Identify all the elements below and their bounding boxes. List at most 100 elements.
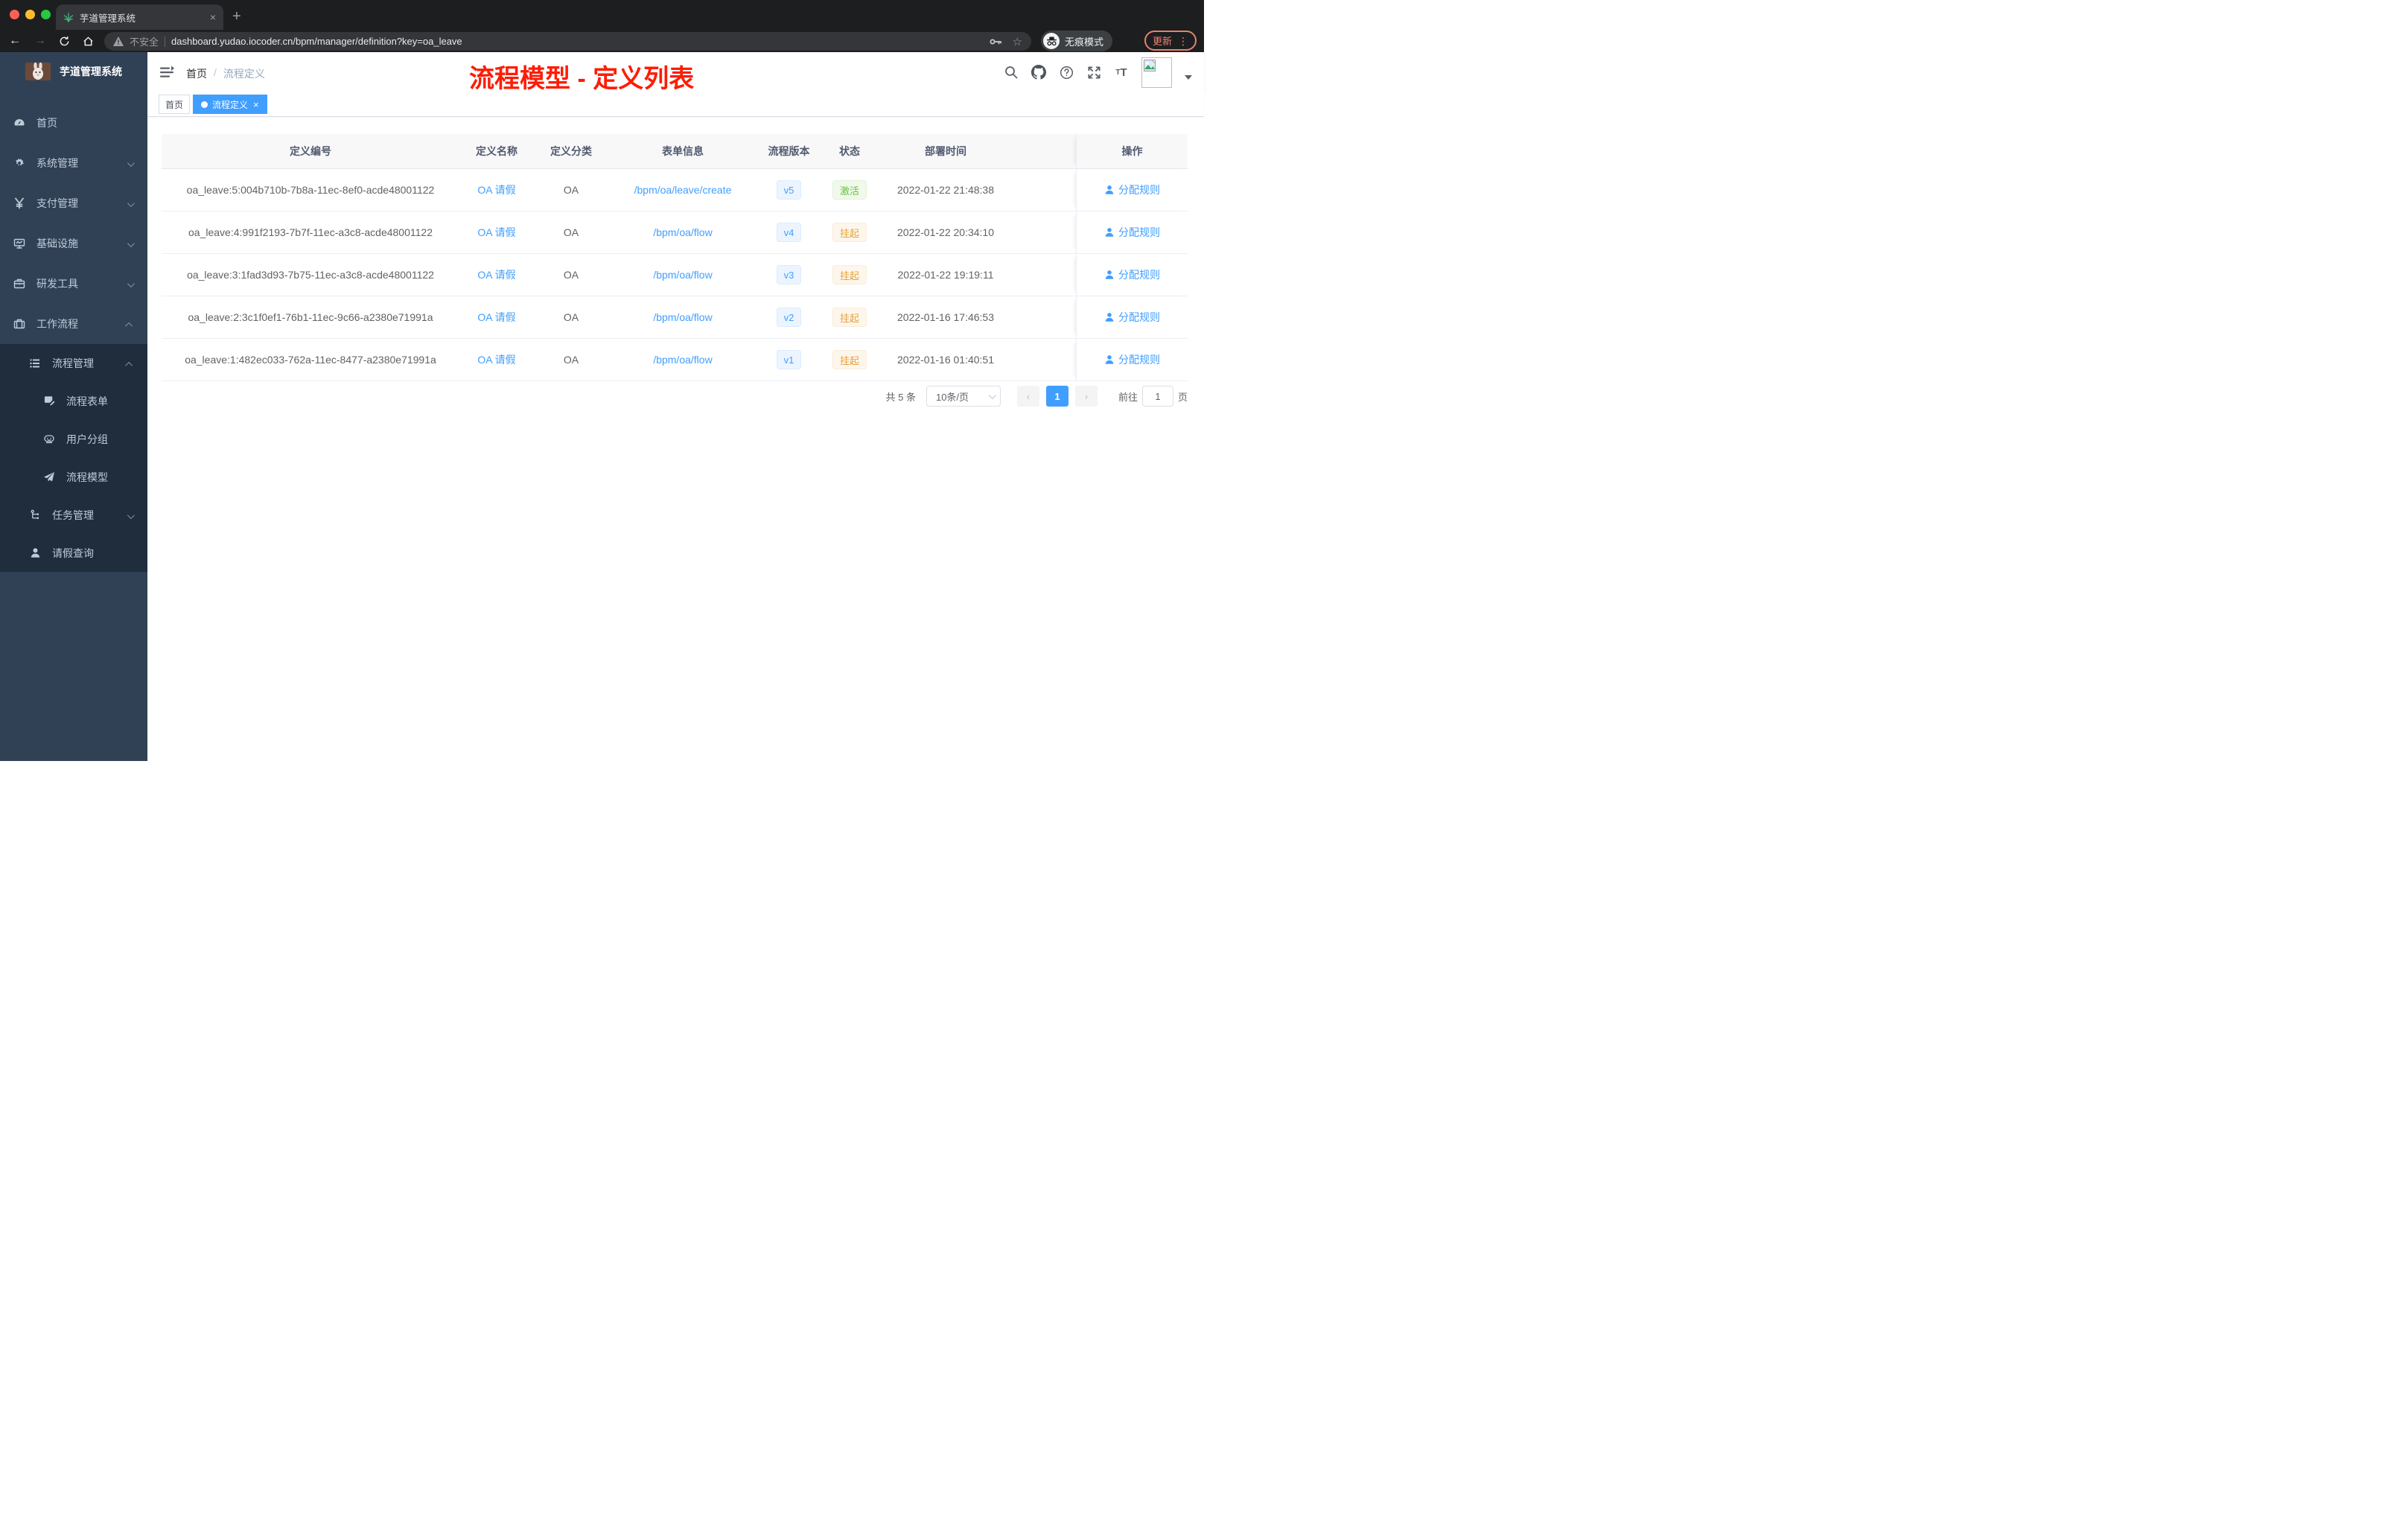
- cell-deploy-time: 2022-01-16 01:40:51: [897, 354, 994, 366]
- security-warning-icon[interactable]: [113, 36, 124, 46]
- cell-version: v3: [757, 254, 821, 296]
- cell-actions: 分配规则: [1076, 254, 1188, 296]
- goto-page-input[interactable]: [1141, 386, 1173, 407]
- url-bar[interactable]: 不安全 dashboard.yudao.iocoder.cn/bpm/manag…: [104, 32, 1031, 51]
- form-edit-icon: [43, 395, 55, 407]
- sidebar-item-label: 支付管理: [36, 197, 78, 209]
- page-size-value: 10条/页: [935, 391, 969, 403]
- version-badge: v5: [776, 180, 802, 200]
- tab-close-icon[interactable]: ×: [210, 11, 216, 23]
- prev-page-button[interactable]: ‹: [1016, 386, 1039, 407]
- home-button[interactable]: [79, 32, 97, 50]
- sidebar-item-支付管理[interactable]: 支付管理: [0, 183, 147, 223]
- column-header-定义编号: 定义编号: [290, 145, 331, 157]
- sidebar-item-工作流程[interactable]: 工作流程: [0, 304, 147, 344]
- user-icon: [1105, 270, 1114, 279]
- new-tab-button[interactable]: +: [232, 7, 241, 25]
- cell-definition-name: OA 请假: [477, 311, 516, 323]
- cell-actions: 分配规则: [1076, 169, 1188, 211]
- sidebar-item-任务管理[interactable]: 任务管理: [0, 496, 147, 534]
- assign-rule-link[interactable]: 分配规则: [1104, 310, 1160, 325]
- column-header-定义分类: 定义分类: [550, 145, 592, 157]
- sidebar-collapse-hamburger-icon[interactable]: [159, 65, 174, 80]
- window-close-button[interactable]: [10, 10, 19, 19]
- url-text[interactable]: dashboard.yudao.iocoder.cn/bpm/manager/d…: [171, 36, 984, 47]
- cell-deploy-time: 2022-01-22 19:19:11: [897, 269, 994, 281]
- browser-tab[interactable]: 芋道管理系统 ×: [56, 4, 223, 30]
- tag-close-icon[interactable]: ×: [253, 99, 259, 110]
- security-label[interactable]: 不安全: [130, 34, 159, 48]
- cell-definition-id: oa_leave:5:004b710b-7b8a-11ec-8ef0-acde4…: [186, 184, 435, 196]
- bookmark-star-icon[interactable]: ☆: [1013, 35, 1022, 48]
- sidebar-item-首页[interactable]: 首页: [0, 103, 147, 143]
- status-badge: 挂起: [832, 265, 867, 284]
- sidebar-item-研发工具[interactable]: 研发工具: [0, 264, 147, 304]
- user-icon: [1105, 185, 1114, 194]
- window-minimize-button[interactable]: [25, 10, 35, 19]
- breadcrumb: 首页 / 流程定义: [186, 66, 265, 81]
- sidebar-item-label: 系统管理: [36, 157, 78, 169]
- sidebar-item-用户分组[interactable]: 用户分组: [0, 420, 147, 458]
- tag-流程定义[interactable]: 流程定义 ×: [193, 95, 267, 114]
- page-size-select[interactable]: 10条/页: [926, 386, 1001, 407]
- assign-rule-link[interactable]: 分配规则: [1104, 182, 1160, 197]
- version-badge: v1: [776, 350, 802, 369]
- assign-rule-link[interactable]: 分配规则: [1104, 225, 1160, 240]
- breadcrumb-home[interactable]: 首页: [186, 66, 207, 81]
- update-label[interactable]: 更新: [1153, 34, 1172, 48]
- page-number-button[interactable]: 1: [1045, 386, 1068, 407]
- column-header-流程版本: 流程版本: [768, 145, 810, 157]
- next-page-button[interactable]: ›: [1074, 386, 1098, 407]
- browser-update-button[interactable]: 更新 ⋮: [1144, 31, 1197, 51]
- window-controls[interactable]: [10, 10, 51, 19]
- assign-rule-link[interactable]: 分配规则: [1104, 352, 1160, 367]
- tab-title: 芋道管理系统: [80, 13, 136, 24]
- sidebar-item-流程表单[interactable]: 流程表单: [0, 382, 147, 420]
- incognito-icon: [1043, 33, 1060, 49]
- cell-category: OA: [563, 184, 579, 196]
- user-icon: [1105, 355, 1114, 364]
- annotation-overlay-text: 流程模型 - 定义列表: [469, 65, 695, 93]
- cell-actions: 分配规则: [1076, 211, 1188, 253]
- chevron-down-icon: [988, 391, 996, 399]
- status-badge: 挂起: [832, 308, 867, 327]
- cell-status: 挂起: [821, 296, 879, 338]
- sidebar-item-系统管理[interactable]: 系统管理: [0, 143, 147, 183]
- caret-down-icon[interactable]: [1185, 75, 1192, 80]
- assign-rule-link[interactable]: 分配规则: [1104, 267, 1160, 282]
- sidebar-logo-row[interactable]: 芋道管理系统: [0, 52, 147, 91]
- sidebar-item-流程模型[interactable]: 流程模型: [0, 458, 147, 496]
- font-size-icon[interactable]: TT: [1114, 65, 1129, 80]
- forward-button[interactable]: →: [31, 32, 49, 50]
- sidebar-item-请假查询[interactable]: 请假查询: [0, 534, 147, 572]
- sidebar-item-基础设施[interactable]: 基础设施: [0, 223, 147, 264]
- password-key-icon[interactable]: [990, 38, 1002, 45]
- tag-首页[interactable]: 首页 ×: [159, 95, 191, 114]
- cell-form-link: /bpm/oa/leave/create: [634, 184, 732, 196]
- fullscreen-icon[interactable]: [1086, 65, 1101, 80]
- plant-favicon-icon: [63, 12, 74, 22]
- chevron-down-icon: [127, 240, 135, 248]
- pagination-total: 共 5 条: [885, 391, 916, 403]
- window-zoom-button[interactable]: [41, 10, 51, 19]
- question-help-icon[interactable]: [1059, 65, 1074, 80]
- cell-definition-name: OA 请假: [477, 354, 516, 366]
- avatar[interactable]: [1141, 57, 1172, 88]
- sidebar-item-流程管理[interactable]: 流程管理: [0, 344, 147, 382]
- search-icon[interactable]: [1004, 65, 1019, 80]
- reload-button[interactable]: [55, 32, 73, 50]
- sidebar-item-label: 用户分组: [66, 433, 108, 445]
- dashboard-icon: [13, 117, 25, 129]
- cell-category: OA: [563, 226, 579, 238]
- top-navbar: 首页 / 流程定义 流程模型 - 定义列表 T T: [147, 52, 1204, 93]
- cell-form-link: /bpm/oa/flow: [653, 269, 713, 281]
- cell-actions: 分配规则: [1076, 339, 1188, 380]
- cell-status: 激活: [821, 169, 879, 211]
- back-button[interactable]: ←: [6, 32, 24, 50]
- browser-menu-kebab-icon[interactable]: ⋮: [1178, 36, 1188, 46]
- cell-deploy-time: 2022-01-22 21:48:38: [897, 184, 994, 196]
- briefcase-icon: [13, 318, 25, 330]
- chevron-down-icon: [127, 511, 135, 519]
- github-icon[interactable]: [1031, 65, 1046, 80]
- org-tree-icon: [29, 509, 41, 521]
